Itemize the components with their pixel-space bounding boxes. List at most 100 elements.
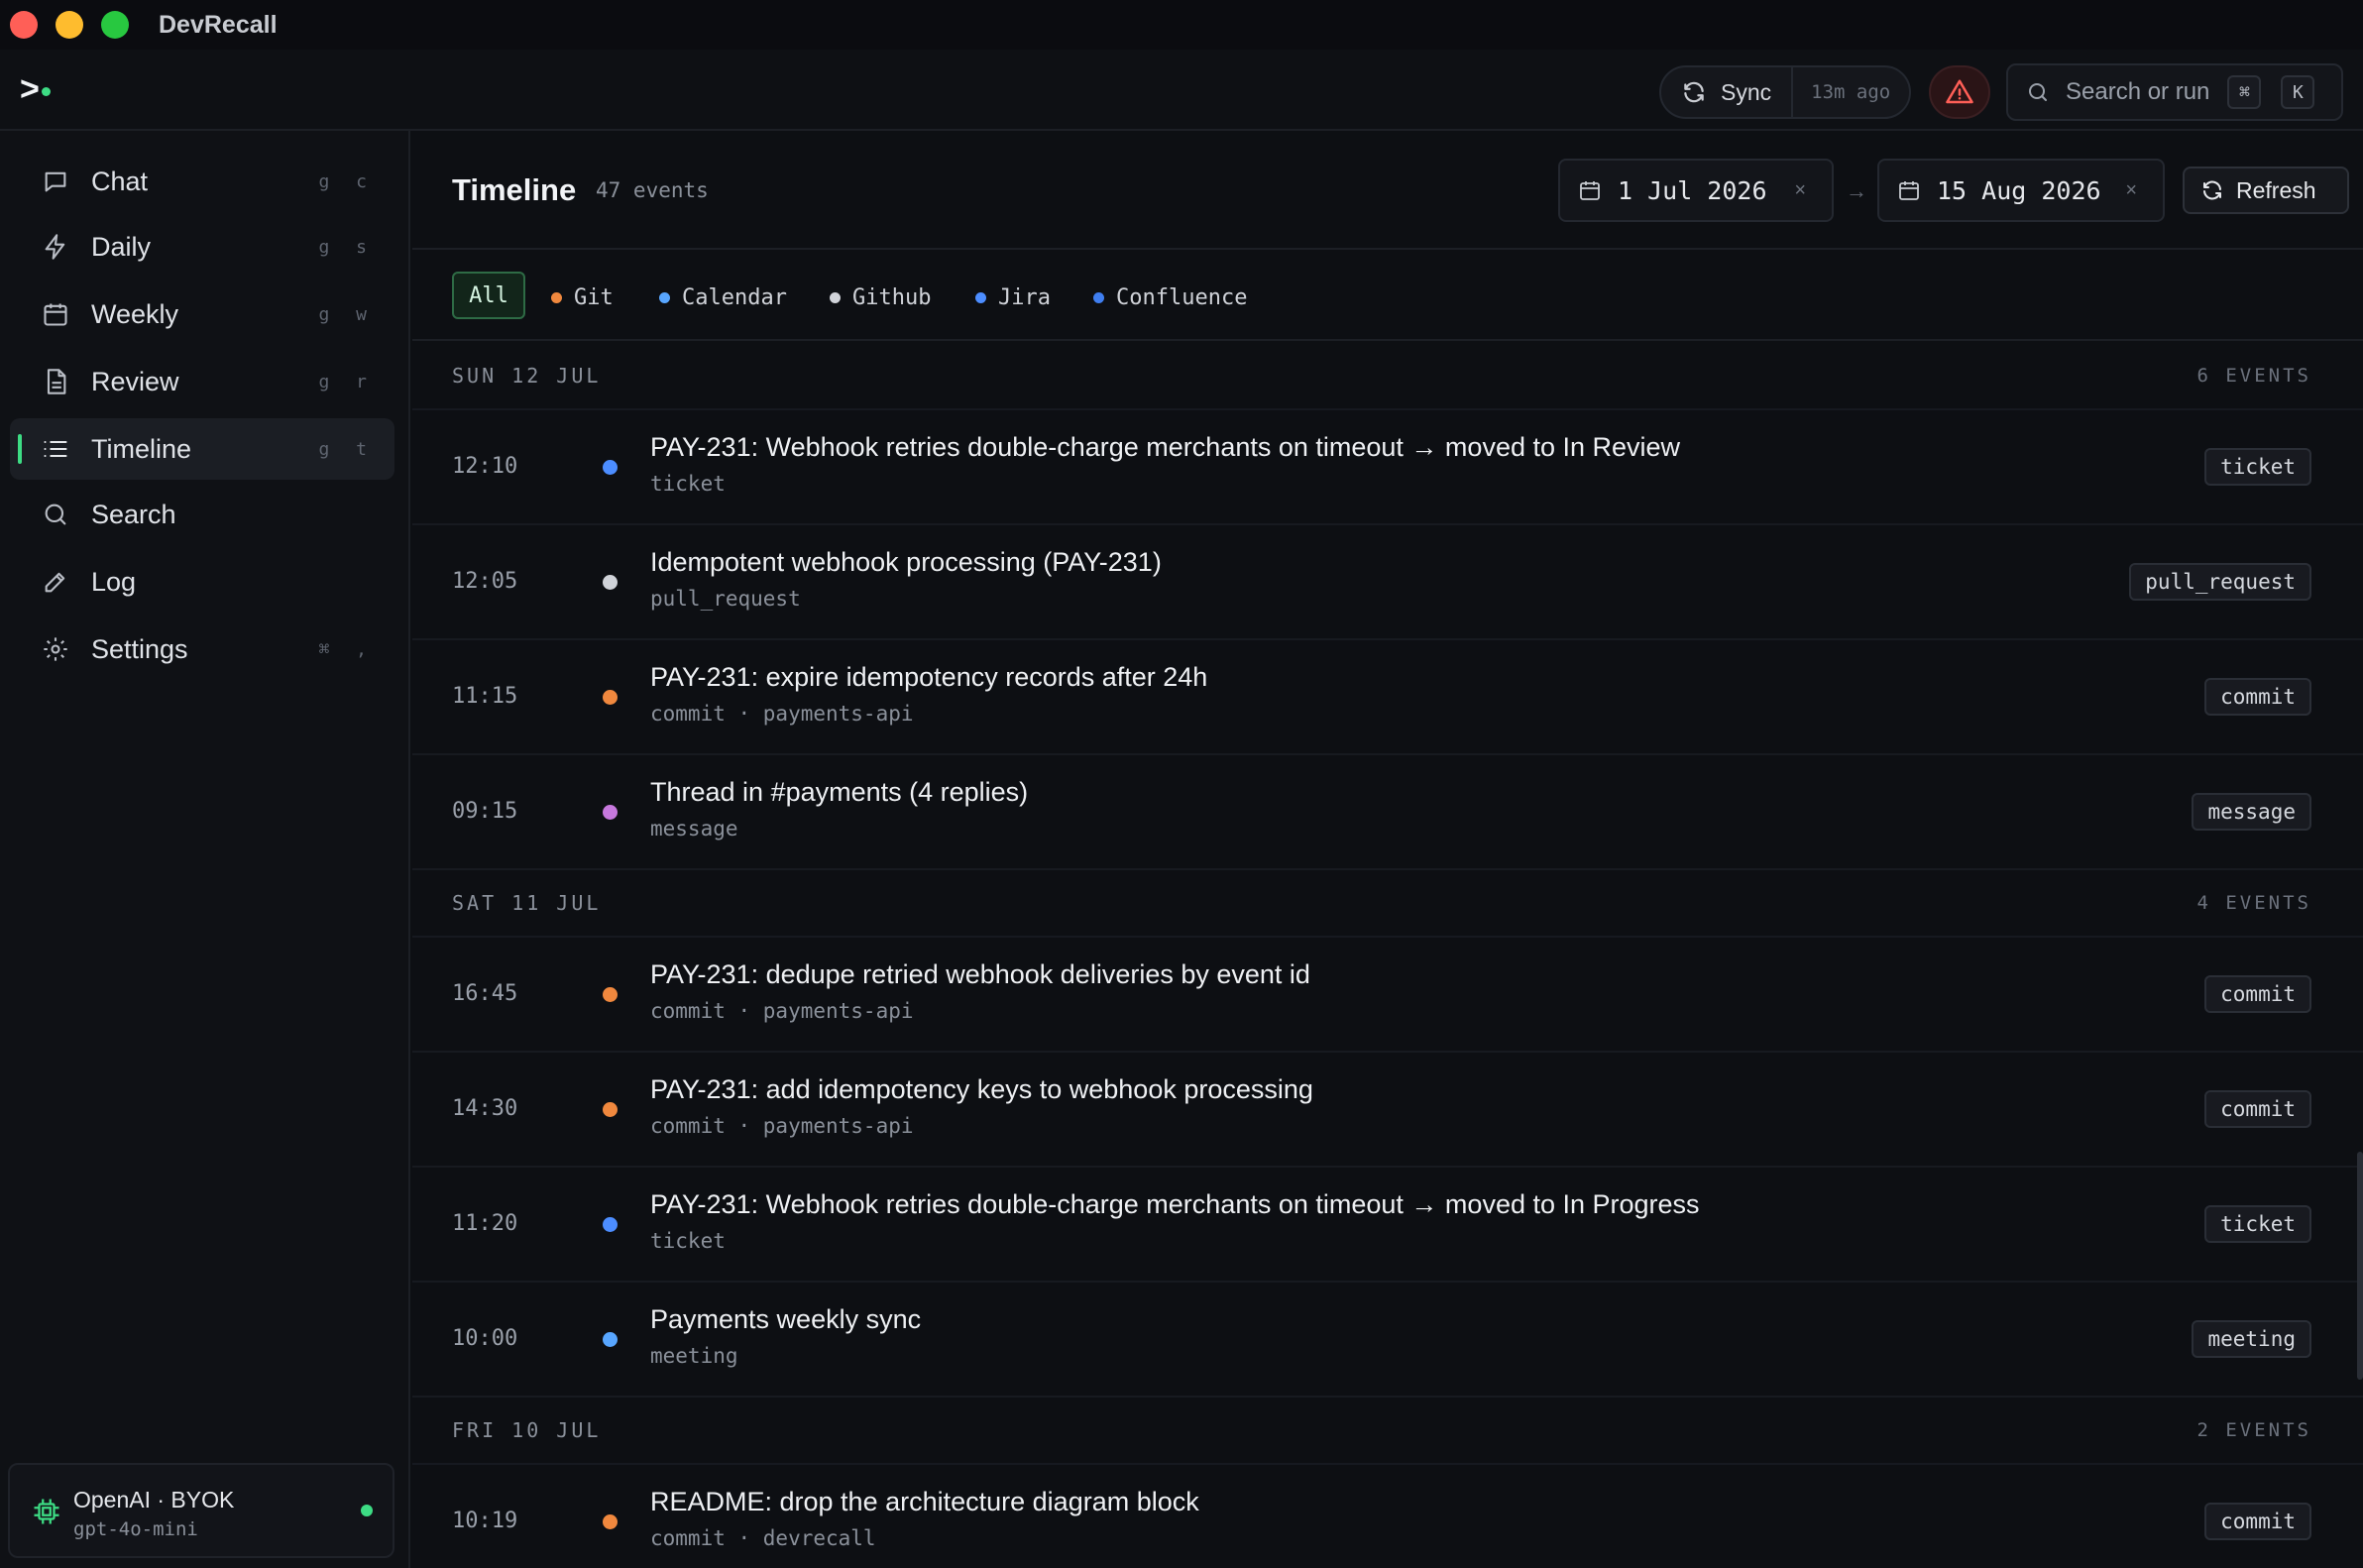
event-type-badge: commit — [2204, 975, 2311, 1013]
source-dot — [551, 292, 562, 303]
timeline-event[interactable]: 11:15 PAY-231: expire idempotency record… — [412, 640, 2363, 755]
event-time: 11:15 — [452, 684, 518, 709]
timeline-feed: SUN 12 JUL 6 EVENTS 12:10 PAY-231: Webho… — [412, 343, 2363, 1568]
sidebar-item-label: Daily — [91, 231, 152, 262]
command-search[interactable]: Search or run ⌘ K — [2006, 63, 2343, 121]
sidebar-item-search[interactable]: Search — [10, 484, 394, 545]
page-title: Timeline — [452, 172, 577, 207]
sidebar-item-label: Timeline — [91, 433, 192, 464]
terminal-prompt-icon[interactable]: > — [20, 71, 51, 107]
alert-button[interactable] — [1929, 65, 1990, 119]
day-group-header: FRI 10 JUL 2 EVENTS — [412, 1398, 2363, 1465]
event-subtitle: commit · devrecall — [650, 1526, 876, 1550]
filter-label: Calendar — [682, 285, 787, 310]
calendar-icon — [1899, 181, 1919, 200]
filter-git[interactable]: Git — [551, 285, 614, 310]
group-date: FRI 10 JUL — [452, 1418, 602, 1442]
sidebar-item-label: Weekly — [91, 298, 179, 329]
model-id: gpt-4o-mini — [73, 1518, 198, 1540]
date-to-picker[interactable]: 15 Aug 2026 × — [1877, 159, 2165, 222]
refresh-button[interactable]: Refresh — [2183, 167, 2349, 214]
event-source-dot — [603, 575, 618, 590]
event-subtitle: ticket — [650, 472, 726, 496]
timeline-event[interactable]: 16:45 PAY-231: dedupe retried webhook de… — [412, 938, 2363, 1053]
minimize-window-button[interactable] — [56, 11, 83, 39]
shortcut-hint: g w — [318, 303, 375, 325]
timeline-event[interactable]: 09:15 Thread in #payments (4 replies) me… — [412, 755, 2363, 870]
source-dot — [975, 292, 986, 303]
timeline-event[interactable]: 12:05 Idempotent webhook processing (PAY… — [412, 525, 2363, 640]
event-title: Payments weekly sync — [650, 1304, 922, 1334]
event-title: PAY-231: Webhook retries double-charge m… — [650, 432, 1681, 462]
sidebar-item-log[interactable]: Log — [10, 551, 394, 613]
event-type-badge: pull_request — [2129, 563, 2311, 601]
shortcut-key: K — [2281, 75, 2315, 109]
sidebar-item-daily[interactable]: Daily g s — [10, 216, 394, 278]
timeline-event[interactable]: 10:00 Payments weekly sync meeting meeti… — [412, 1283, 2363, 1398]
sidebar-item-timeline[interactable]: Timeline g t — [10, 418, 394, 480]
filter-github[interactable]: Github — [830, 285, 931, 310]
status-indicator — [361, 1505, 373, 1516]
close-window-button[interactable] — [10, 11, 38, 39]
filter-calendar[interactable]: Calendar — [659, 285, 787, 310]
document-icon — [47, 369, 66, 394]
sidebar-item-review[interactable]: Review g r — [10, 351, 394, 412]
filter-all[interactable]: All — [452, 272, 525, 319]
event-time: 11:20 — [452, 1211, 518, 1236]
clear-date-button[interactable]: × — [1794, 179, 1806, 202]
date-to-value: 15 Aug 2026 — [1937, 175, 2101, 205]
event-title: Idempotent webhook processing (PAY-231) — [650, 547, 1162, 577]
timeline-event[interactable]: 10:19 README: drop the architecture diag… — [412, 1465, 2363, 1568]
clear-date-button[interactable]: × — [2125, 179, 2137, 202]
warning-icon — [1946, 79, 1973, 104]
event-title: README: drop the architecture diagram bl… — [650, 1487, 1199, 1516]
search-icon — [45, 504, 66, 525]
event-time: 14:30 — [452, 1096, 518, 1121]
event-source-dot — [603, 1514, 618, 1529]
timeline-event[interactable]: 12:10 PAY-231: Webhook retries double-ch… — [412, 410, 2363, 525]
group-date: SUN 12 JUL — [452, 364, 602, 388]
event-type-badge: ticket — [2204, 1205, 2311, 1243]
sidebar: Chat g c Daily g s Weekly g w Review g r… — [0, 131, 410, 1568]
scrollbar[interactable] — [2357, 1152, 2363, 1380]
event-source-dot — [603, 1217, 618, 1232]
timeline-event[interactable]: 14:30 PAY-231: add idempotency keys to w… — [412, 1053, 2363, 1168]
list-icon — [44, 440, 67, 458]
source-filters: All Git Calendar Github Jira Confluence — [412, 252, 2363, 341]
date-from-picker[interactable]: 1 Jul 2026 × — [1558, 159, 1834, 222]
chat-bubble-icon — [45, 171, 66, 192]
sidebar-item-weekly[interactable]: Weekly g w — [10, 283, 394, 345]
event-title: PAY-231: expire idempotency records afte… — [650, 662, 1208, 692]
sidebar-item-settings[interactable]: Settings ⌘ , — [10, 618, 394, 680]
shortcut-hint: g c — [318, 170, 375, 192]
group-count: 6 EVENTS — [2196, 365, 2311, 387]
refresh-icon — [2203, 180, 2221, 200]
maximize-window-button[interactable] — [101, 11, 129, 39]
window-titlebar: DevRecall — [0, 0, 2363, 50]
sync-button[interactable]: Sync 13m ago — [1659, 65, 1911, 119]
event-type-badge: commit — [2204, 1503, 2311, 1540]
filter-label: Jira — [998, 285, 1051, 310]
event-title: Thread in #payments (4 replies) — [650, 777, 1029, 807]
filter-label: Git — [574, 285, 614, 310]
event-type-badge: meeting — [2192, 1320, 2311, 1358]
shortcut-hint: ⌘ , — [318, 638, 375, 660]
filter-confluence[interactable]: Confluence — [1093, 285, 1247, 310]
sidebar-item-chat[interactable]: Chat g c — [10, 151, 394, 212]
window-controls — [10, 11, 129, 39]
filter-jira[interactable]: Jira — [975, 285, 1051, 310]
model-selector[interactable]: OpenAI · BYOK gpt-4o-mini — [8, 1463, 394, 1558]
event-title: PAY-231: Webhook retries double-charge m… — [650, 1189, 1700, 1219]
event-source-dot — [603, 987, 618, 1002]
pencil-icon — [45, 572, 65, 593]
shortcut-key: ⌘ — [2227, 75, 2262, 109]
gear-icon — [44, 637, 67, 661]
shortcut-hint: g t — [318, 438, 375, 460]
event-type-badge: commit — [2204, 1090, 2311, 1128]
event-title: PAY-231: add idempotency keys to webhook… — [650, 1074, 1313, 1104]
timeline-event[interactable]: 11:20 PAY-231: Webhook retries double-ch… — [412, 1168, 2363, 1283]
day-group-header: SUN 12 JUL 6 EVENTS — [412, 343, 2363, 410]
event-subtitle: commit · payments-api — [650, 702, 914, 726]
lightning-icon — [45, 234, 65, 260]
sidebar-item-label: Review — [91, 366, 179, 396]
